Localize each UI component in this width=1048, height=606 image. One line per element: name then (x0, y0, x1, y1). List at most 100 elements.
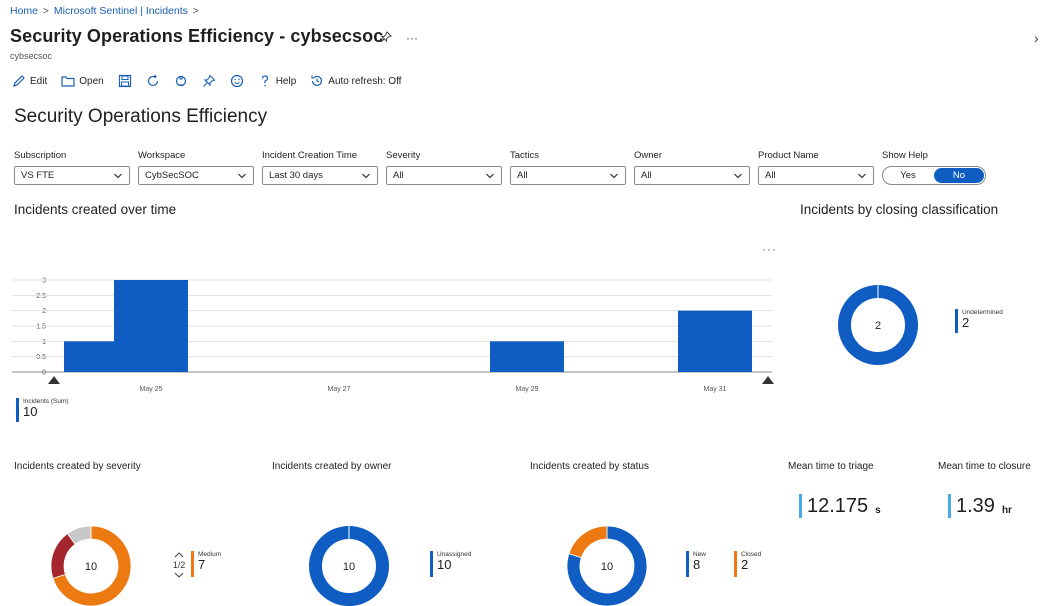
chevron-up-icon[interactable] (172, 551, 186, 559)
dropdown-value: All (393, 170, 404, 181)
legend-swatch (686, 551, 689, 577)
chevron-down-icon (610, 173, 618, 178)
triage-unit: s (875, 505, 881, 516)
show-help-toggle[interactable]: Yes No (882, 166, 986, 185)
legend-swatch (16, 398, 19, 422)
pencil-icon (12, 74, 26, 88)
clock-refresh-icon (310, 74, 324, 88)
legend-swatch (955, 309, 958, 333)
triage-metric: 12.175 s (799, 494, 881, 518)
donut-center-value: 10 (343, 561, 355, 573)
open-button[interactable]: Open (61, 74, 104, 88)
closing-legend: Undetermined 2 (955, 309, 1003, 333)
edit-button[interactable]: Edit (12, 74, 47, 88)
legend-value: 8 (693, 557, 701, 572)
legend-text: Medium 7 (198, 551, 221, 572)
bar-may-29[interactable] (490, 341, 564, 372)
donut-slice[interactable] (51, 533, 76, 579)
closure-title: Mean time to closure (938, 461, 1031, 472)
dropdown-value: All (517, 170, 528, 181)
refresh-icon[interactable] (146, 74, 160, 88)
pager-text: 1/2 (172, 560, 186, 570)
bar-chart-legend: Incidents (Sum) 10 (16, 398, 69, 422)
triage-title: Mean time to triage (788, 461, 874, 472)
closure-unit: hr (1001, 505, 1012, 516)
share-icon[interactable] (174, 74, 188, 88)
filter-label: Subscription (14, 150, 67, 161)
severity-title: Incidents created by severity (14, 461, 141, 472)
dropdown-value: Last 30 days (269, 170, 323, 181)
question-icon (258, 74, 272, 88)
bar-may-25[interactable] (114, 280, 188, 372)
product-name-dropdown[interactable]: All (758, 166, 874, 185)
filter-incident-creation-time: Incident Creation Time Last 30 days (262, 150, 378, 185)
y-tick-label: 1 (42, 339, 46, 346)
x-tick-label: May 29 (516, 386, 539, 393)
status-title: Incidents created by status (530, 461, 649, 472)
legend-value: 7 (198, 557, 206, 572)
filter-severity: Severity All (386, 150, 502, 185)
legend-series-total: 10 (23, 404, 38, 419)
metric-bar (799, 494, 802, 518)
breadcrumb-incidents-link[interactable]: Microsoft Sentinel | Incidents (54, 5, 188, 17)
incidents-over-time-chart: 3 2.5 2 1.5 1 0.5 0 May 25 May 27 May 29 May 31 (12, 278, 774, 393)
dropdown-value: All (765, 170, 776, 181)
x-tick-label: May 27 (328, 386, 351, 393)
closing-classification-donut: 2 (838, 285, 918, 365)
range-end-handle[interactable] (762, 376, 774, 384)
time-range-dropdown[interactable]: Last 30 days (262, 166, 378, 185)
y-tick-label: 3 (42, 278, 46, 285)
toggle-yes-option[interactable]: Yes (883, 167, 933, 184)
chevron-down-icon (114, 173, 122, 178)
chart-more-options-icon[interactable]: ··· (762, 242, 777, 256)
breadcrumb-home-link[interactable]: Home (10, 5, 38, 17)
filter-workspace: Workspace CybSecSOC (138, 150, 254, 185)
toggle-no-option[interactable]: No (934, 168, 984, 183)
closing-classification-title: Incidents by closing classification (800, 202, 999, 217)
help-label: Help (275, 75, 297, 87)
filter-owner: Owner All (634, 150, 750, 185)
chevron-down-icon[interactable] (172, 572, 186, 580)
closure-value: 1.39 (956, 494, 995, 517)
closure-metric: 1.39 hr (948, 494, 1012, 518)
subscription-dropdown[interactable]: VS FTE (14, 166, 130, 185)
filter-label: Severity (386, 150, 421, 161)
status-legend-new: New 8 (686, 551, 706, 577)
save-icon[interactable] (118, 74, 132, 88)
filter-label: Owner (634, 150, 662, 161)
filter-label: Product Name (758, 150, 819, 161)
smiley-icon[interactable] (230, 74, 244, 88)
pin-icon[interactable] (380, 31, 392, 46)
legend-text: Undetermined 2 (962, 309, 1003, 330)
bar-may-31[interactable] (678, 310, 752, 372)
legend-swatch (430, 551, 433, 577)
auto-refresh-button[interactable]: Auto refresh: Off (310, 74, 401, 88)
severity-pager: 1/2 (172, 551, 186, 580)
donut-center-value: 2 (875, 320, 881, 332)
chevron-down-icon (362, 173, 370, 178)
donut-center-value: 10 (85, 561, 97, 573)
severity-dropdown[interactable]: All (386, 166, 502, 185)
workspace-dropdown[interactable]: CybSecSOC (138, 166, 254, 185)
chevron-down-icon (858, 173, 866, 178)
page-title: Security Operations Efficiency - cybsecs… (10, 26, 384, 46)
legend-value: 2 (741, 557, 749, 572)
owner-dropdown[interactable]: All (634, 166, 750, 185)
y-tick-label: 0 (42, 370, 46, 377)
owner-legend: Unassigned 10 (430, 551, 471, 577)
edit-label: Edit (30, 75, 48, 87)
folder-icon (61, 74, 75, 88)
donut-slice[interactable] (568, 526, 608, 559)
pin-icon[interactable] (202, 74, 216, 88)
range-start-handle[interactable] (48, 376, 60, 384)
triage-value: 12.175 (807, 494, 869, 517)
y-tick-label: 1.5 (36, 324, 46, 331)
x-tick-label: May 25 (140, 386, 163, 393)
help-button[interactable]: Help (258, 74, 297, 88)
more-options-icon[interactable]: ··· (406, 31, 418, 46)
close-blade-icon[interactable]: › (1034, 30, 1039, 46)
dropdown-value: All (641, 170, 652, 181)
chevron-down-icon (486, 173, 494, 178)
tactics-dropdown[interactable]: All (510, 166, 626, 185)
breadcrumb-separator: > (192, 5, 199, 17)
